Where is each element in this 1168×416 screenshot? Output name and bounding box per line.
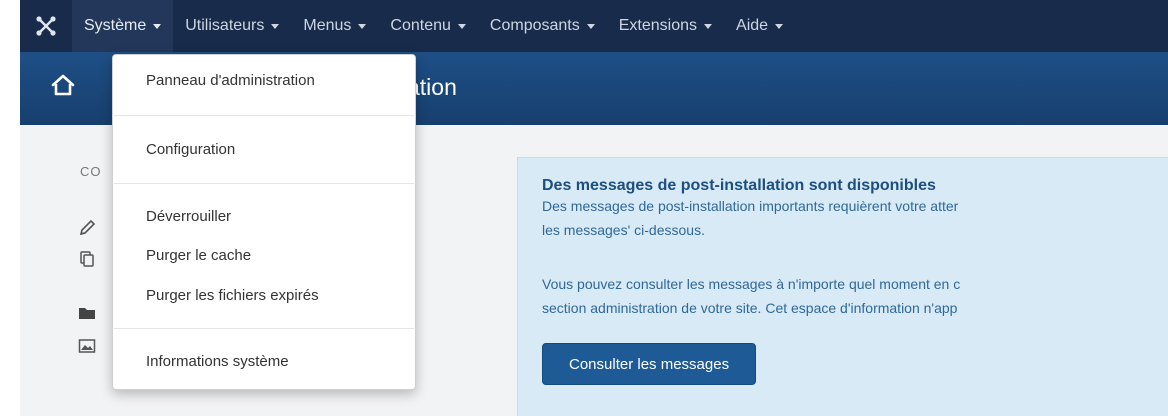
- caret-down-icon: [358, 23, 367, 29]
- caret-down-icon: [586, 23, 595, 29]
- joomla-logo-icon[interactable]: [20, 0, 72, 52]
- sidebar-heading: CO: [80, 164, 102, 179]
- menu-item-unlock[interactable]: Déverrouiller: [146, 208, 231, 225]
- menu-divider: [114, 115, 414, 116]
- alert-text-line: Des messages de post-installation import…: [542, 198, 959, 214]
- alert-text-line: section administration de votre site. Ce…: [542, 300, 958, 316]
- nav-aide[interactable]: Aide: [724, 0, 795, 52]
- menu-item-system-information[interactable]: Informations système: [146, 353, 289, 370]
- caret-down-icon: [457, 23, 466, 29]
- nav-composants[interactable]: Composants: [478, 0, 607, 52]
- nav-utilisateurs[interactable]: Utilisateurs: [173, 0, 291, 52]
- menu-item-clear-expired-cache[interactable]: Purger les fichiers expirés: [146, 287, 319, 304]
- copy-icon[interactable]: [78, 250, 96, 268]
- nav-systeme[interactable]: Système: [72, 0, 174, 52]
- menu-item-configuration[interactable]: Configuration: [146, 141, 235, 158]
- menu-divider: [114, 328, 414, 329]
- pencil-icon[interactable]: [78, 219, 96, 237]
- systeme-dropdown-menu: Panneau d'administration Configuration D…: [112, 54, 416, 390]
- menu-divider: [114, 183, 414, 184]
- image-icon[interactable]: [78, 337, 96, 355]
- folder-icon[interactable]: [78, 304, 96, 322]
- nav-menus[interactable]: Menus: [291, 0, 378, 52]
- caret-down-icon: [704, 23, 713, 29]
- menu-item-clear-cache[interactable]: Purger le cache: [146, 247, 251, 264]
- alert-text-line: les messages' ci-dessous.: [542, 222, 705, 238]
- left-edge: [0, 0, 20, 416]
- alert-text-line: Vous pouvez consulter les messages à n'i…: [542, 276, 961, 292]
- top-navbar: Système Utilisateurs Menus Contenu Compo…: [20, 0, 1168, 52]
- view-messages-button[interactable]: Consulter les messages: [542, 343, 757, 385]
- caret-down-icon: [271, 23, 280, 29]
- caret-down-icon: [153, 23, 162, 29]
- nav-extensions[interactable]: Extensions: [607, 0, 724, 52]
- home-icon[interactable]: [50, 72, 76, 98]
- post-install-alert: Des messages de post-installation sont d…: [517, 157, 1168, 416]
- caret-down-icon: [775, 23, 784, 29]
- menu-item-control-panel[interactable]: Panneau d'administration: [146, 72, 315, 89]
- alert-title: Des messages de post-installation sont d…: [542, 177, 936, 194]
- nav-contenu[interactable]: Contenu: [378, 0, 478, 52]
